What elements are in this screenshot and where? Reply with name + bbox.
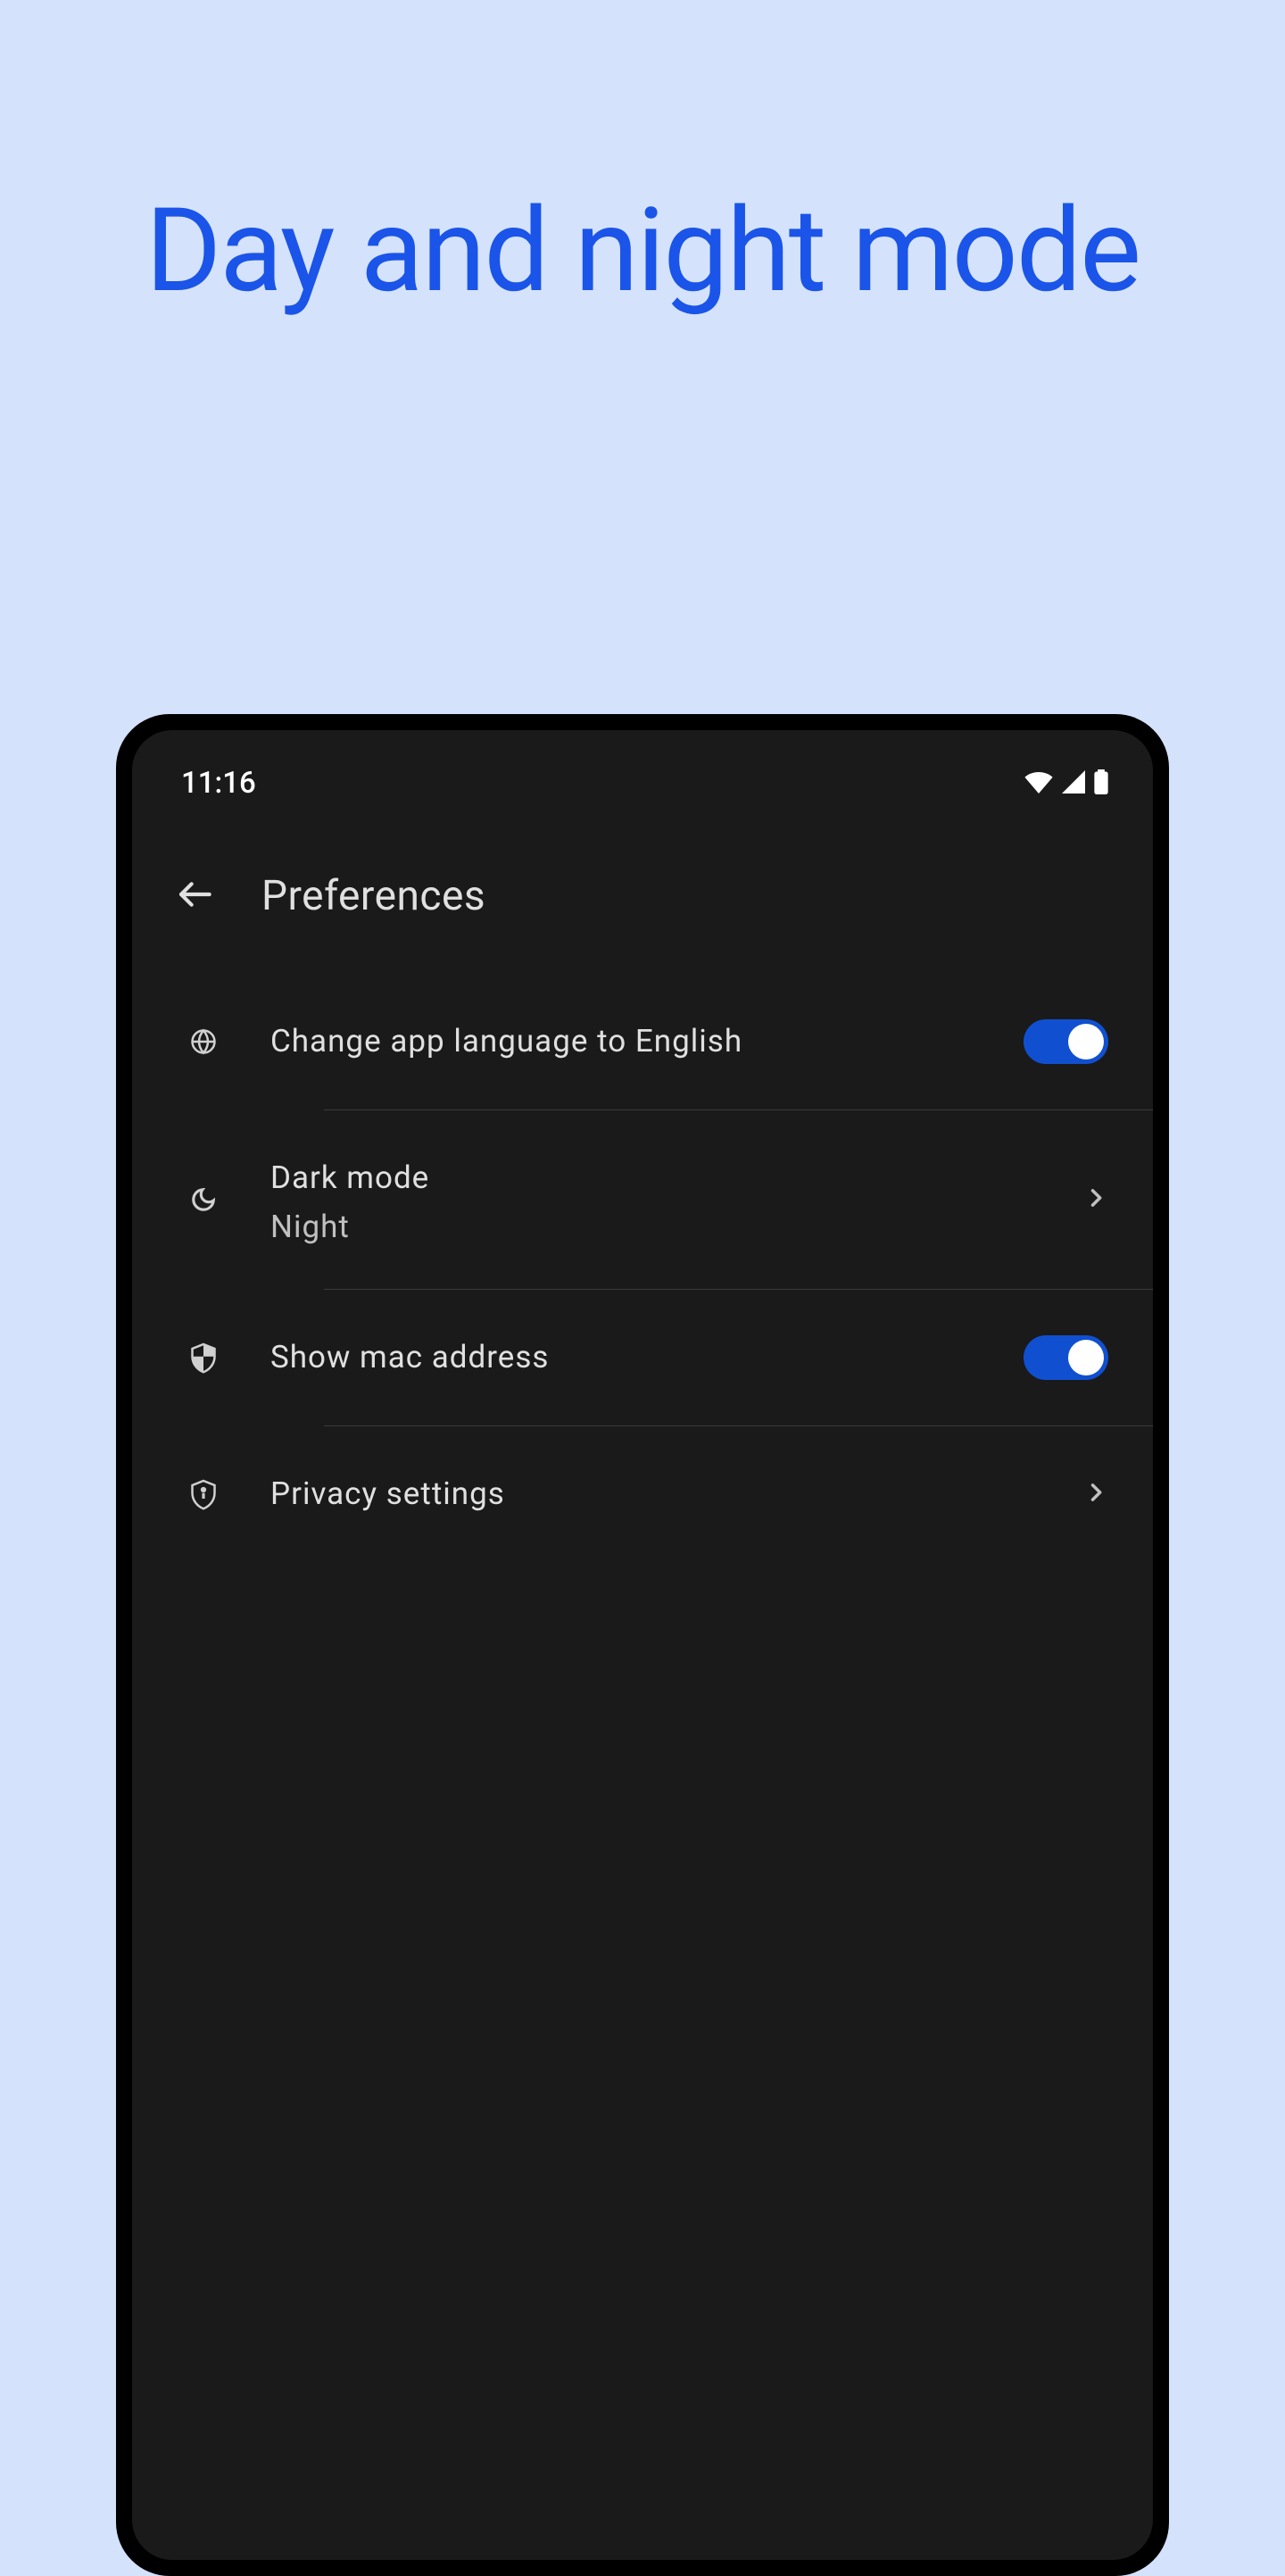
phone-frame: 11:16: [116, 714, 1169, 2576]
setting-dark-mode-value: Night: [270, 1209, 1030, 1245]
setting-language[interactable]: Change app language to English: [132, 974, 1153, 1110]
page-title: Preferences: [261, 872, 485, 920]
setting-language-text: Change app language to English: [270, 1018, 970, 1066]
setting-privacy-text: Privacy settings: [270, 1471, 1030, 1518]
setting-language-label: Change app language to English: [270, 1018, 970, 1066]
chevron-right-icon: [1083, 1185, 1108, 1214]
status-bar: 11:16: [132, 730, 1153, 827]
battery-icon: [1094, 769, 1108, 798]
privacy-shield-icon: [190, 1476, 217, 1512]
setting-mac-label: Show mac address: [270, 1334, 970, 1382]
wifi-icon: [1024, 770, 1053, 797]
setting-dark-mode[interactable]: Dark mode Night: [132, 1110, 1153, 1291]
status-time: 11:16: [181, 766, 256, 801]
shield-icon: [190, 1341, 217, 1375]
hero-title: Day and night mode: [0, 0, 1285, 332]
nav-header: Preferences: [132, 827, 1153, 974]
setting-mac-text: Show mac address: [270, 1334, 970, 1382]
setting-privacy[interactable]: Privacy settings: [132, 1426, 1153, 1563]
setting-privacy-label: Privacy settings: [270, 1471, 1030, 1518]
settings-list: Change app language to English Dark mode…: [132, 974, 1153, 1562]
moon-icon: [190, 1184, 217, 1216]
language-toggle[interactable]: [1024, 1019, 1108, 1064]
toggle-knob: [1068, 1340, 1104, 1375]
setting-dark-mode-label: Dark mode: [270, 1155, 1030, 1202]
signal-icon: [1062, 770, 1085, 797]
mac-address-toggle[interactable]: [1024, 1335, 1108, 1380]
phone-screen: 11:16: [132, 730, 1153, 2560]
setting-mac-address[interactable]: Show mac address: [132, 1290, 1153, 1426]
toggle-knob: [1068, 1024, 1104, 1059]
status-icons: [1024, 769, 1108, 798]
chevron-right-icon: [1083, 1480, 1108, 1508]
globe-icon: [190, 1025, 217, 1059]
setting-dark-mode-text: Dark mode Night: [270, 1155, 1030, 1246]
back-icon[interactable]: [177, 877, 212, 916]
